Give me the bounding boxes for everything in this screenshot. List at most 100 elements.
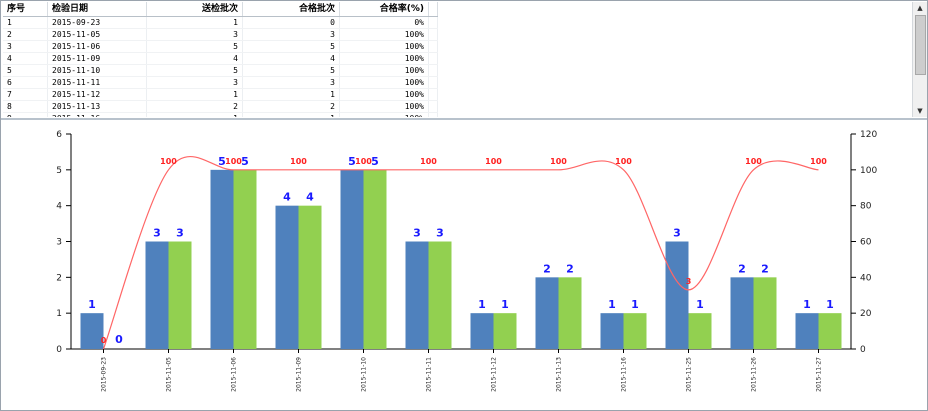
y-tick-label-left: 4: [56, 202, 62, 212]
bar-value-label: 1: [501, 298, 509, 311]
table-cell: 4: [146, 52, 243, 65]
table-cell: 3: [146, 28, 243, 41]
bar-value-label: 3: [153, 227, 161, 240]
y-tick-label-left: 3: [56, 238, 62, 248]
bar-passed: [428, 241, 452, 349]
table-cell: 9: [3, 112, 48, 117]
y-tick-label-left: 1: [56, 309, 62, 319]
header-pass-rate[interactable]: 合格率(%): [339, 2, 429, 17]
bar-passed: [363, 169, 387, 349]
y-tick-label-left: 2: [56, 273, 62, 283]
table-row[interactable]: 4 2015-11-09 4 4 100%: [3, 52, 438, 65]
x-tick-label: 2015-11-06: [231, 357, 238, 392]
table-cell: 1: [146, 112, 243, 117]
table-cell: 2015-11-12: [47, 88, 147, 101]
scroll-down-icon[interactable]: ▼: [913, 105, 927, 117]
table-cell: 100%: [339, 112, 429, 117]
bar-submitted: [275, 205, 299, 349]
bar-value-label: 1: [696, 298, 704, 311]
bar-passed: [688, 313, 712, 349]
scroll-thumb[interactable]: [915, 15, 926, 75]
bar-value-label: 3: [413, 227, 421, 240]
table-header-row: 序号 检验日期 送检批次 合格批次 合格率(%): [3, 2, 438, 17]
scroll-up-icon[interactable]: ▲: [913, 2, 927, 14]
bar-value-label: 0: [115, 333, 123, 346]
table-row[interactable]: 5 2015-11-10 5 5 100%: [3, 64, 438, 77]
table-row[interactable]: 8 2015-11-13 2 2 100%: [3, 100, 438, 113]
y-tick-label-right: 0: [860, 345, 866, 355]
table-row[interactable]: 3 2015-11-06 5 5 100%: [3, 40, 438, 53]
bar-value-label: 3: [176, 227, 184, 240]
rate-value-label: 100: [420, 157, 437, 166]
rate-value-label: 100: [355, 157, 372, 166]
inspection-chart: 0123456020406080100120102015-09-233 32015…: [56, 130, 877, 392]
header-date[interactable]: 检验日期: [47, 2, 147, 17]
rate-value-label: 100: [290, 157, 307, 166]
bar-value-label: 1: [88, 298, 96, 311]
table-cell: 100%: [339, 88, 429, 101]
x-tick-label: 2015-11-12: [491, 357, 498, 392]
table-cell: 5: [242, 64, 340, 77]
table-cell: 2: [3, 28, 48, 41]
bar-value-label: 2: [566, 262, 574, 275]
table-cell-filler: [428, 88, 438, 101]
bar-submitted: [665, 241, 689, 349]
bar-passed: [753, 277, 777, 349]
vertical-scrollbar[interactable]: ▲ ▼: [912, 2, 927, 117]
bar-value-label: 1: [608, 298, 616, 311]
bar-passed: [623, 313, 647, 349]
table-cell: 2015-11-16: [47, 112, 147, 117]
bar-value-label: 4: [306, 191, 314, 204]
table-cell-filler: [428, 52, 438, 65]
x-tick-label: 2015-11-05: [166, 357, 173, 392]
y-tick-label-right: 20: [860, 309, 872, 319]
bar-submitted: [210, 169, 234, 349]
table-row[interactable]: 6 2015-11-11 3 3 100%: [3, 76, 438, 89]
bar-submitted: [730, 277, 754, 349]
bar-submitted: [405, 241, 429, 349]
bar-submitted: [340, 169, 364, 349]
header-index[interactable]: 序号: [3, 2, 48, 17]
bar-value-label: 1: [826, 298, 834, 311]
x-tick-label: 2015-11-10: [361, 357, 368, 392]
table-row[interactable]: 2 2015-11-05 3 3 100%: [3, 28, 438, 41]
table-cell: 2015-11-09: [47, 52, 147, 65]
table-row[interactable]: 1 2015-09-23 1 0 0%: [3, 16, 438, 29]
table-cell: 5: [3, 64, 48, 77]
bar-value-label: 2: [738, 262, 746, 275]
bar-passed: [298, 205, 322, 349]
bar-submitted: [470, 313, 494, 349]
table-cell: 100%: [339, 40, 429, 53]
table-cell: 5: [146, 40, 243, 53]
table-cell-filler: [428, 112, 438, 117]
table-cell: 1: [242, 88, 340, 101]
rate-value-label: 100: [225, 157, 242, 166]
header-filler: [428, 2, 438, 17]
table-cell: 3: [242, 76, 340, 89]
table-row[interactable]: 7 2015-11-12 1 1 100%: [3, 88, 438, 101]
bar-value-label: 1: [478, 298, 486, 311]
rate-value-label: 100: [745, 157, 762, 166]
table-cell: 6: [3, 76, 48, 89]
bar-passed: [233, 169, 257, 349]
table-row[interactable]: 92015-11-1611100%: [3, 112, 438, 117]
header-passed[interactable]: 合格批次: [242, 2, 340, 17]
data-grid[interactable]: 序号 检验日期 送检批次 合格批次 合格率(%) 1 2015-09-23 1 0 0%…: [3, 2, 912, 117]
y-tick-label-left: 5: [56, 166, 62, 176]
table-cell: 2015-11-11: [47, 76, 147, 89]
bar-passed: [818, 313, 842, 349]
bar-submitted: [600, 313, 624, 349]
bar-submitted: [795, 313, 819, 349]
table-cell: 5: [242, 40, 340, 53]
header-submitted[interactable]: 送检批次: [146, 2, 243, 17]
x-tick-label: 2015-09-23: [101, 357, 108, 392]
table-cell-filler: [428, 28, 438, 41]
table-cell: 1: [3, 16, 48, 29]
x-tick-label: 2015-11-26: [751, 357, 758, 392]
table-cell: 7: [3, 88, 48, 101]
y-tick-label-right: 80: [860, 202, 872, 212]
rate-value-label: 0: [101, 336, 107, 345]
table-body: 1 2015-09-23 1 0 0% 2 2015-11-05 3 3 100% 3 2015-11…: [3, 16, 438, 117]
rate-value-label: 100: [485, 157, 502, 166]
table-cell: 1: [146, 88, 243, 101]
